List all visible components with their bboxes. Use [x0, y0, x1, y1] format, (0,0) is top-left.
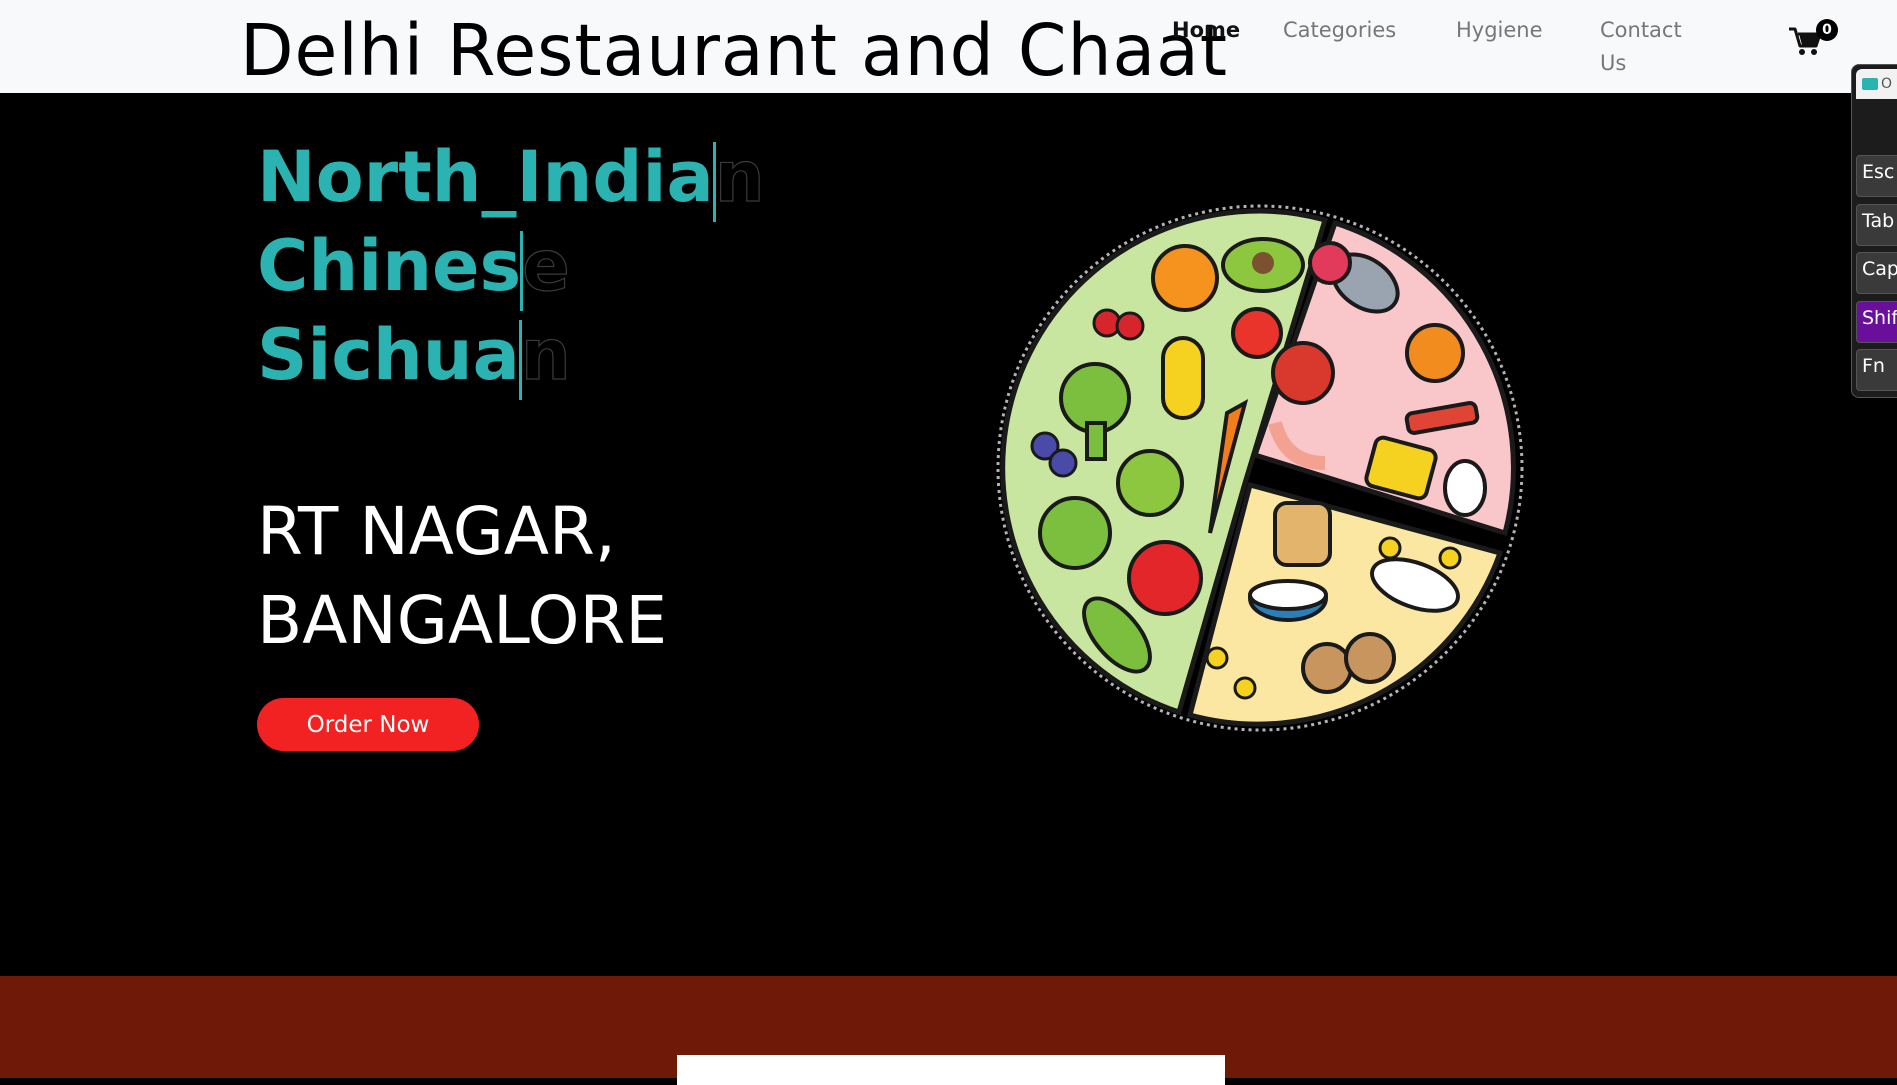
- cuisine-line: North_Indian: [257, 133, 765, 222]
- keyboard-title: O: [1881, 76, 1893, 92]
- key-shift[interactable]: Shift: [1856, 301, 1897, 343]
- nav-categories[interactable]: Categories: [1283, 14, 1396, 47]
- location-heading: RT NAGAR, BANGALORE: [257, 487, 667, 665]
- section-card: [677, 1055, 1225, 1085]
- location-line-2: BANGALORE: [257, 582, 668, 659]
- categories-section-band: [0, 976, 1897, 1085]
- nav-contact-us[interactable]: Contact Us: [1600, 14, 1700, 80]
- key-esc[interactable]: Esc: [1856, 155, 1897, 197]
- cuisine-typed-text: Sichua: [257, 314, 520, 396]
- brand-title[interactable]: Delhi Restaurant and Chaat: [240, 6, 1228, 96]
- cuisine-line: Sichuan: [257, 311, 571, 400]
- cuisine-ghost-text: n: [520, 313, 571, 396]
- cart-count-badge: 0: [1816, 19, 1838, 41]
- key-tab[interactable]: Tab: [1856, 204, 1897, 246]
- on-screen-keyboard-widget: O Esc Tab Caps Shift Fn: [1851, 64, 1897, 398]
- food-plate-illustration: [996, 204, 1524, 732]
- cuisine-ghost-text: e: [522, 224, 571, 307]
- site-header: Delhi Restaurant and Chaat Home Categori…: [0, 0, 1897, 93]
- key-fn[interactable]: Fn: [1856, 349, 1897, 391]
- key-caps[interactable]: Caps: [1856, 252, 1897, 294]
- nav-hygiene[interactable]: Hygiene: [1456, 14, 1543, 47]
- location-line-1: RT NAGAR,: [257, 493, 616, 570]
- cuisine-ghost-text: n: [714, 135, 765, 218]
- cuisine-typed-text: Chines: [257, 225, 522, 307]
- order-now-button[interactable]: Order Now: [257, 698, 479, 751]
- hero-section: North_Indian Chinese Sichuan RT NAGAR, B…: [0, 93, 1897, 976]
- nav-home[interactable]: Home: [1172, 14, 1240, 47]
- keyboard-titlebar[interactable]: O: [1856, 69, 1897, 99]
- cuisine-typed-text: North_India: [257, 136, 714, 218]
- cuisine-line: Chinese: [257, 222, 570, 311]
- keyboard-icon: [1862, 78, 1878, 90]
